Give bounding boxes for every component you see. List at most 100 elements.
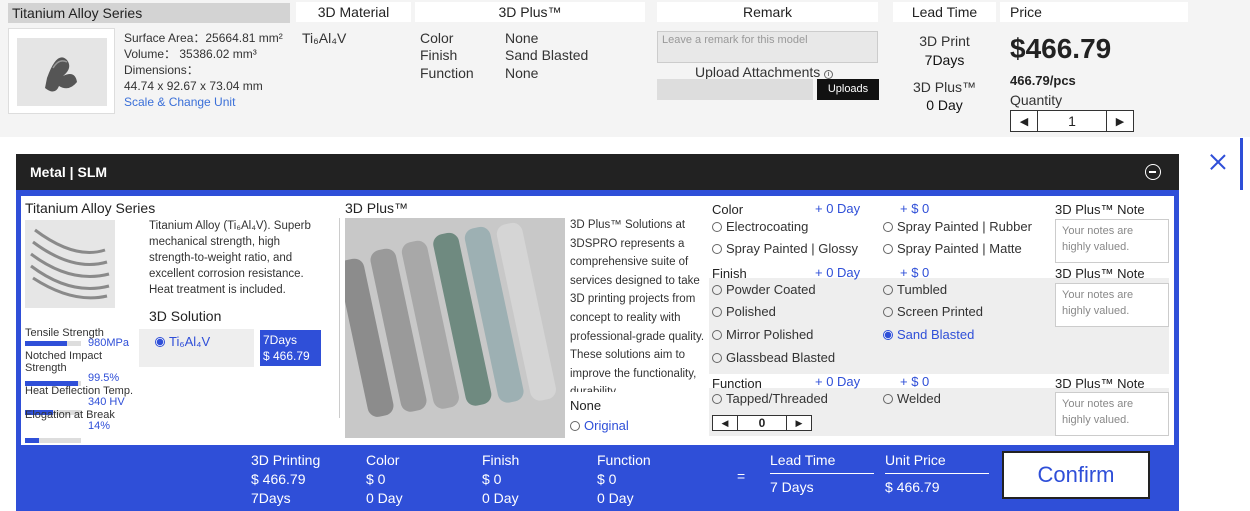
finish-option[interactable]: Tumbled: [883, 282, 947, 297]
finish-option[interactable]: Powder Coated: [712, 282, 816, 297]
finish-value: Sand Blasted: [505, 47, 589, 63]
color-value: None: [505, 30, 539, 46]
stat-value: 14%: [88, 420, 111, 432]
color-option[interactable]: Electrocoating: [712, 219, 808, 234]
color-cost: + $ 0: [900, 201, 930, 216]
original-radio[interactable]: Original: [570, 418, 629, 433]
close-icon[interactable]: [1210, 154, 1226, 170]
col-remark: Remark: [657, 2, 878, 22]
panel-header: Metal | SLM: [16, 154, 1179, 190]
lead-plus-value: 0 Day: [926, 97, 963, 113]
summary-price: $ 0: [482, 471, 502, 487]
finish-section-title: Finish: [712, 266, 747, 281]
finish-option[interactable]: Polished: [712, 304, 776, 319]
summary-function: Function $ 0 0 Day: [597, 451, 651, 508]
summary-price: $ 466.79: [251, 471, 306, 487]
function-note-input[interactable]: Your notes are highly valued.: [1055, 392, 1169, 436]
summary-equals: =: [737, 468, 746, 484]
panel-body: Titanium Alloy Series Titanium Alloy (Ti…: [21, 196, 1174, 445]
collapse-icon[interactable]: [1145, 164, 1161, 180]
scrollbar[interactable]: [1240, 138, 1243, 190]
finish-option[interactable]: Glassbead Blasted: [712, 350, 835, 365]
color-label: Color: [420, 30, 454, 46]
summary-label: Color: [366, 452, 400, 468]
plus-title: 3D Plus™: [345, 200, 409, 216]
color-option[interactable]: Spray Painted | Glossy: [712, 241, 858, 256]
upload-file-field[interactable]: [657, 79, 813, 100]
model-row: Titanium Alloy Series 3D Material 3D Plu…: [0, 0, 1250, 137]
color-option[interactable]: Spray Painted | Matte: [883, 241, 1022, 256]
solution-radio[interactable]: Ti₆Al₄V: [155, 334, 210, 349]
finish-note-title: 3D Plus™ Note: [1055, 266, 1145, 281]
option-label: Polished: [726, 304, 776, 319]
summary-printing: 3D Printing $ 466.79 7Days: [251, 451, 320, 508]
summary-label: Lead Time: [770, 452, 836, 468]
summary-finish: Finish $ 0 0 Day: [482, 451, 519, 508]
uploads-button[interactable]: Uploads: [817, 79, 879, 100]
increment-icon[interactable]: ▶: [787, 416, 811, 430]
function-qty-stepper[interactable]: ◀ 0 ▶: [712, 415, 812, 431]
radio-icon: [883, 222, 893, 232]
summary-color: Color $ 0 0 Day: [366, 451, 403, 508]
summary-label: Function: [597, 452, 651, 468]
model-thumbnail[interactable]: [8, 28, 115, 114]
radio-selected-icon: [883, 330, 893, 340]
plus-image: [345, 218, 565, 438]
dimensions: 44.74 x 92.67 x 73.04 mm: [124, 79, 263, 93]
summary-label: Finish: [482, 452, 520, 468]
function-option[interactable]: Welded: [883, 391, 941, 406]
color-day: + 0 Day: [815, 201, 861, 216]
radio-icon: [712, 353, 722, 363]
plus-none-label: None: [570, 398, 602, 413]
finish-option[interactable]: Mirror Polished: [712, 327, 813, 342]
quantity-value[interactable]: 1: [1037, 111, 1107, 131]
option-label: Spray Painted | Rubber: [897, 219, 1032, 234]
original-label: Original: [584, 418, 629, 433]
increment-icon[interactable]: ▶: [1107, 111, 1133, 131]
radio-icon: [712, 222, 722, 232]
radio-icon: [712, 285, 722, 295]
finish-option-selected[interactable]: Sand Blasted: [883, 327, 974, 342]
function-section-title: Function: [712, 376, 762, 391]
lead-print-label: 3D Print: [919, 33, 970, 49]
plus-description: 3D Plus™ Solutions at 3DSPRO represents …: [570, 219, 705, 392]
stat-bar: [25, 438, 81, 443]
function-qty-value[interactable]: 0: [737, 416, 787, 430]
function-label: Function: [420, 65, 474, 81]
stat-bar-fill: [25, 341, 67, 346]
confirm-button[interactable]: Confirm: [1002, 451, 1150, 499]
stat-value: 980MPa: [88, 337, 129, 349]
series-header: Titanium Alloy Series: [8, 3, 290, 23]
finish-option[interactable]: Screen Printed: [883, 304, 983, 319]
decrement-icon[interactable]: ◀: [1011, 111, 1037, 131]
remark-input[interactable]: Leave a remark for this model: [657, 31, 878, 63]
color-note-input[interactable]: Your notes are highly valued.: [1055, 219, 1169, 263]
decrement-icon[interactable]: ◀: [713, 416, 737, 430]
function-option[interactable]: Tapped/Threaded: [712, 391, 828, 406]
function-value: None: [505, 65, 539, 81]
radio-icon: [712, 307, 722, 317]
option-label: Spray Painted | Matte: [897, 241, 1022, 256]
radio-icon: [883, 244, 893, 254]
radio-icon: [712, 330, 722, 340]
summary-days: 7Days: [251, 490, 291, 506]
quantity-stepper[interactable]: ◀ 1 ▶: [1010, 110, 1134, 132]
dimensions-label: Dimensions：: [124, 63, 199, 77]
panel-series-title: Titanium Alloy Series: [25, 200, 156, 216]
radio-selected-icon: [155, 337, 165, 347]
col-lead: Lead Time: [893, 2, 996, 22]
model-image: [17, 38, 107, 106]
surface-area: Surface Area：25664.81 mm²: [124, 31, 283, 45]
divider: [885, 473, 989, 474]
color-option[interactable]: Spray Painted | Rubber: [883, 219, 1032, 234]
scale-change-unit-link[interactable]: Scale & Change Unit: [124, 94, 235, 110]
function-day: + 0 Day: [815, 374, 861, 389]
finish-note-input[interactable]: Your notes are highly valued.: [1055, 283, 1169, 327]
option-label: Welded: [897, 391, 941, 406]
upload-attachments-label: Upload Attachments i: [695, 64, 834, 80]
solution-price-badge[interactable]: 7Days $ 466.79: [260, 330, 321, 366]
finish-cost: + $ 0: [900, 265, 930, 280]
unit-price: 466.79/pcs: [1010, 73, 1076, 88]
summary-lead: Lead Time 7 Days: [770, 451, 874, 497]
solution-days: 7Days: [263, 333, 298, 347]
